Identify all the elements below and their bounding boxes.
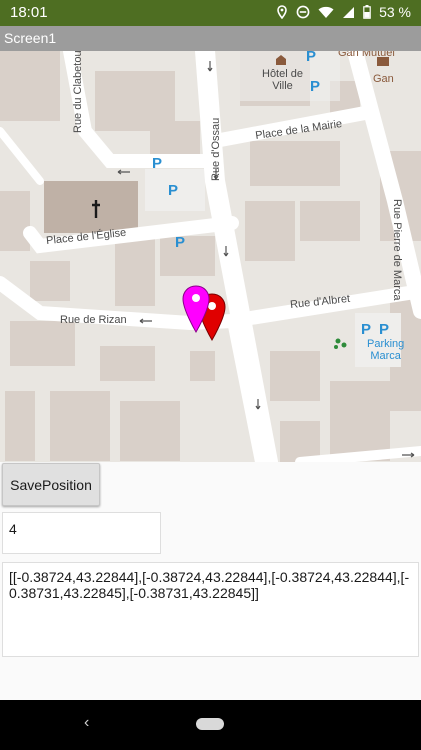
system-nav-bar: ‹ — [0, 700, 421, 750]
street-label-pierre-marca: Rue Pierre de Marca — [391, 199, 403, 301]
parking-icon: P — [152, 155, 163, 172]
parking-icon: P — [361, 321, 372, 338]
status-icons: 53 % — [276, 4, 411, 20]
poi-gan-mutuel: Gan Mutuel — [338, 51, 395, 59]
back-icon[interactable]: ‹ — [84, 714, 89, 732]
poi-parking-marca: Parking Marca — [367, 338, 405, 362]
street-label-clabetou: Rue du Clabetou — [72, 51, 84, 133]
position-count-field[interactable]: 4 — [2, 512, 161, 554]
wifi-icon — [318, 6, 334, 18]
location-marker-magenta[interactable] — [181, 284, 211, 334]
home-pill-icon[interactable] — [196, 718, 224, 730]
parking-icon: P — [175, 234, 186, 251]
location-icon — [277, 5, 287, 19]
street-label-ossau: Rue d'Ossau — [210, 117, 222, 181]
parking-icon: P — [379, 321, 390, 338]
signal-icon — [343, 6, 355, 18]
poi-hotel-de-ville: Hôtel de Ville — [262, 68, 303, 92]
status-time: 18:01 — [10, 4, 48, 21]
battery-percent: 53 % — [379, 4, 411, 20]
parking-icon: P — [168, 182, 179, 199]
parking-icon: P — [310, 78, 321, 95]
status-bar: 18:01 53 % — [0, 0, 421, 26]
map-view[interactable]: Rue du Clabetou Rue d'Ossau Place de la … — [0, 51, 421, 462]
parking-icon: P — [306, 51, 317, 65]
map-base-layer — [0, 51, 421, 462]
street-label-rizan: Rue de Rizan — [60, 314, 127, 326]
positions-text-area[interactable]: [[-0.38724,43.22844],[-0.38724,43.22844]… — [2, 562, 419, 657]
poi-gan: Gan — [373, 73, 394, 85]
save-position-button[interactable]: SavePosition — [2, 463, 100, 506]
battery-icon — [363, 5, 371, 19]
app-title-bar: Screen1 — [0, 26, 421, 51]
do-not-disturb-icon — [296, 5, 310, 19]
app-title: Screen1 — [4, 30, 57, 46]
